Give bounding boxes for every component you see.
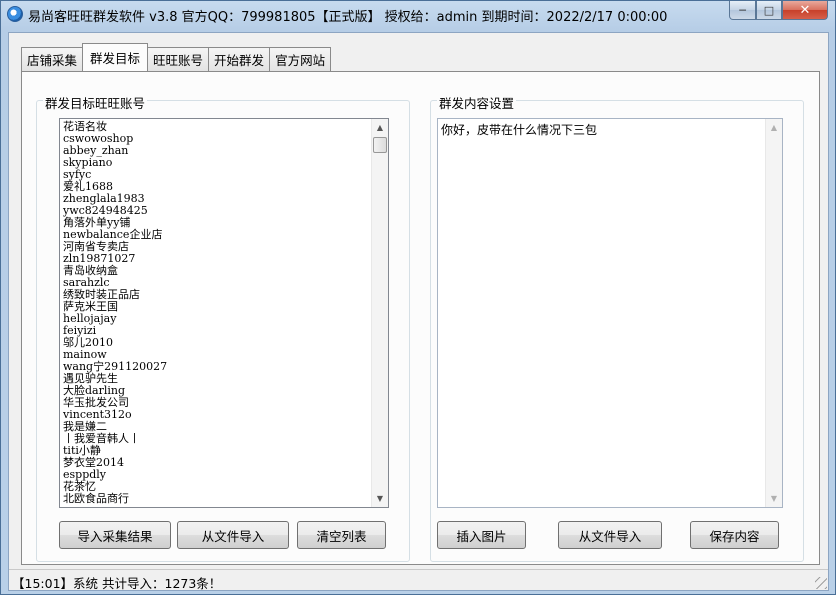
message-textarea[interactable]: 你好，皮带在什么情况下三包 ▲ ▼: [437, 118, 783, 508]
close-button[interactable]: ✕: [782, 1, 828, 20]
maximize-button[interactable]: □: [756, 1, 782, 20]
minimize-button[interactable]: ─: [729, 1, 756, 20]
textarea-scrollbar[interactable]: ▲ ▼: [765, 119, 782, 507]
list-item[interactable]: hellojajay: [63, 313, 368, 325]
tab-page-send-targets: 群发目标旺旺账号 花语名妆 cswowoshop abbey_zhan skypian…: [21, 71, 820, 565]
scroll-up-icon[interactable]: ▲: [372, 119, 388, 136]
list-item[interactable]: vincent312o: [63, 409, 368, 421]
scroll-down-icon[interactable]: ▼: [372, 490, 388, 507]
tab-start-sending[interactable]: 开始群发: [208, 47, 271, 71]
tab-send-targets[interactable]: 群发目标: [82, 43, 149, 71]
client-area: 店铺采集 群发目标 旺旺账号 开始群发 官方网站 群发目标旺旺账号 花语名妆 cs…: [8, 32, 829, 591]
list-scrollbar[interactable]: ▲ ▼: [371, 119, 388, 507]
tab-wangwang-accounts[interactable]: 旺旺账号: [147, 47, 210, 71]
save-content-button[interactable]: 保存内容: [690, 521, 779, 549]
account-list-items: 花语名妆 cswowoshop abbey_zhan skypiano syfyc 爱礼1…: [63, 121, 368, 505]
list-item[interactable]: skypiano: [63, 157, 368, 169]
import-collect-results-button[interactable]: 导入采集结果: [59, 521, 171, 549]
insert-image-button[interactable]: 插入图片: [437, 521, 526, 549]
scroll-down-icon[interactable]: ▼: [766, 490, 782, 507]
list-item[interactable]: 邬儿2010: [63, 337, 368, 349]
message-content-group: 群发内容设置 你好，皮带在什么情况下三包 ▲ ▼ 插入图片 从文件导入 保存内容: [430, 93, 804, 562]
main-window: 易尚客旺旺群发软件 v3.8 官方QQ：799981805【正式版】 授权给：a…: [0, 0, 836, 595]
app-icon: [7, 6, 23, 22]
list-item[interactable]: 梦衣堂2014: [63, 457, 368, 469]
scroll-thumb[interactable]: [373, 137, 387, 153]
status-message: 【15:01】系统 共计导入：1273条！: [12, 576, 222, 591]
target-accounts-group: 群发目标旺旺账号 花语名妆 cswowoshop abbey_zhan skypian…: [36, 93, 410, 562]
content-import-from-file-button[interactable]: 从文件导入: [558, 521, 662, 549]
resize-grip-icon[interactable]: [815, 577, 827, 589]
status-bar: 【15:01】系统 共计导入：1273条！: [9, 569, 828, 591]
scroll-up-icon[interactable]: ▲: [766, 119, 782, 136]
clear-list-button[interactable]: 清空列表: [297, 521, 386, 549]
import-from-file-button[interactable]: 从文件导入: [177, 521, 289, 549]
message-content-group-title: 群发内容设置: [437, 93, 517, 112]
tab-shop-collect[interactable]: 店铺采集: [21, 47, 84, 71]
window-title: 易尚客旺旺群发软件 v3.8 官方QQ：799981805【正式版】 授权给：a…: [28, 10, 668, 25]
list-item[interactable]: 北欧食品商行: [63, 493, 368, 505]
title-bar[interactable]: 易尚客旺旺群发软件 v3.8 官方QQ：799981805【正式版】 授权给：a…: [1, 1, 835, 27]
list-item[interactable]: 丨我爱音韩人丨: [63, 433, 368, 445]
message-text: 你好，皮带在什么情况下三包: [441, 123, 598, 137]
target-accounts-group-title: 群发目标旺旺账号: [43, 93, 148, 112]
target-accounts-list[interactable]: 花语名妆 cswowoshop abbey_zhan skypiano syfyc 爱礼1…: [59, 118, 389, 508]
tab-strip: 店铺采集 群发目标 旺旺账号 开始群发 官方网站: [21, 43, 332, 71]
list-item[interactable]: esppdly: [63, 469, 368, 481]
tab-official-site[interactable]: 官方网站: [269, 47, 332, 71]
